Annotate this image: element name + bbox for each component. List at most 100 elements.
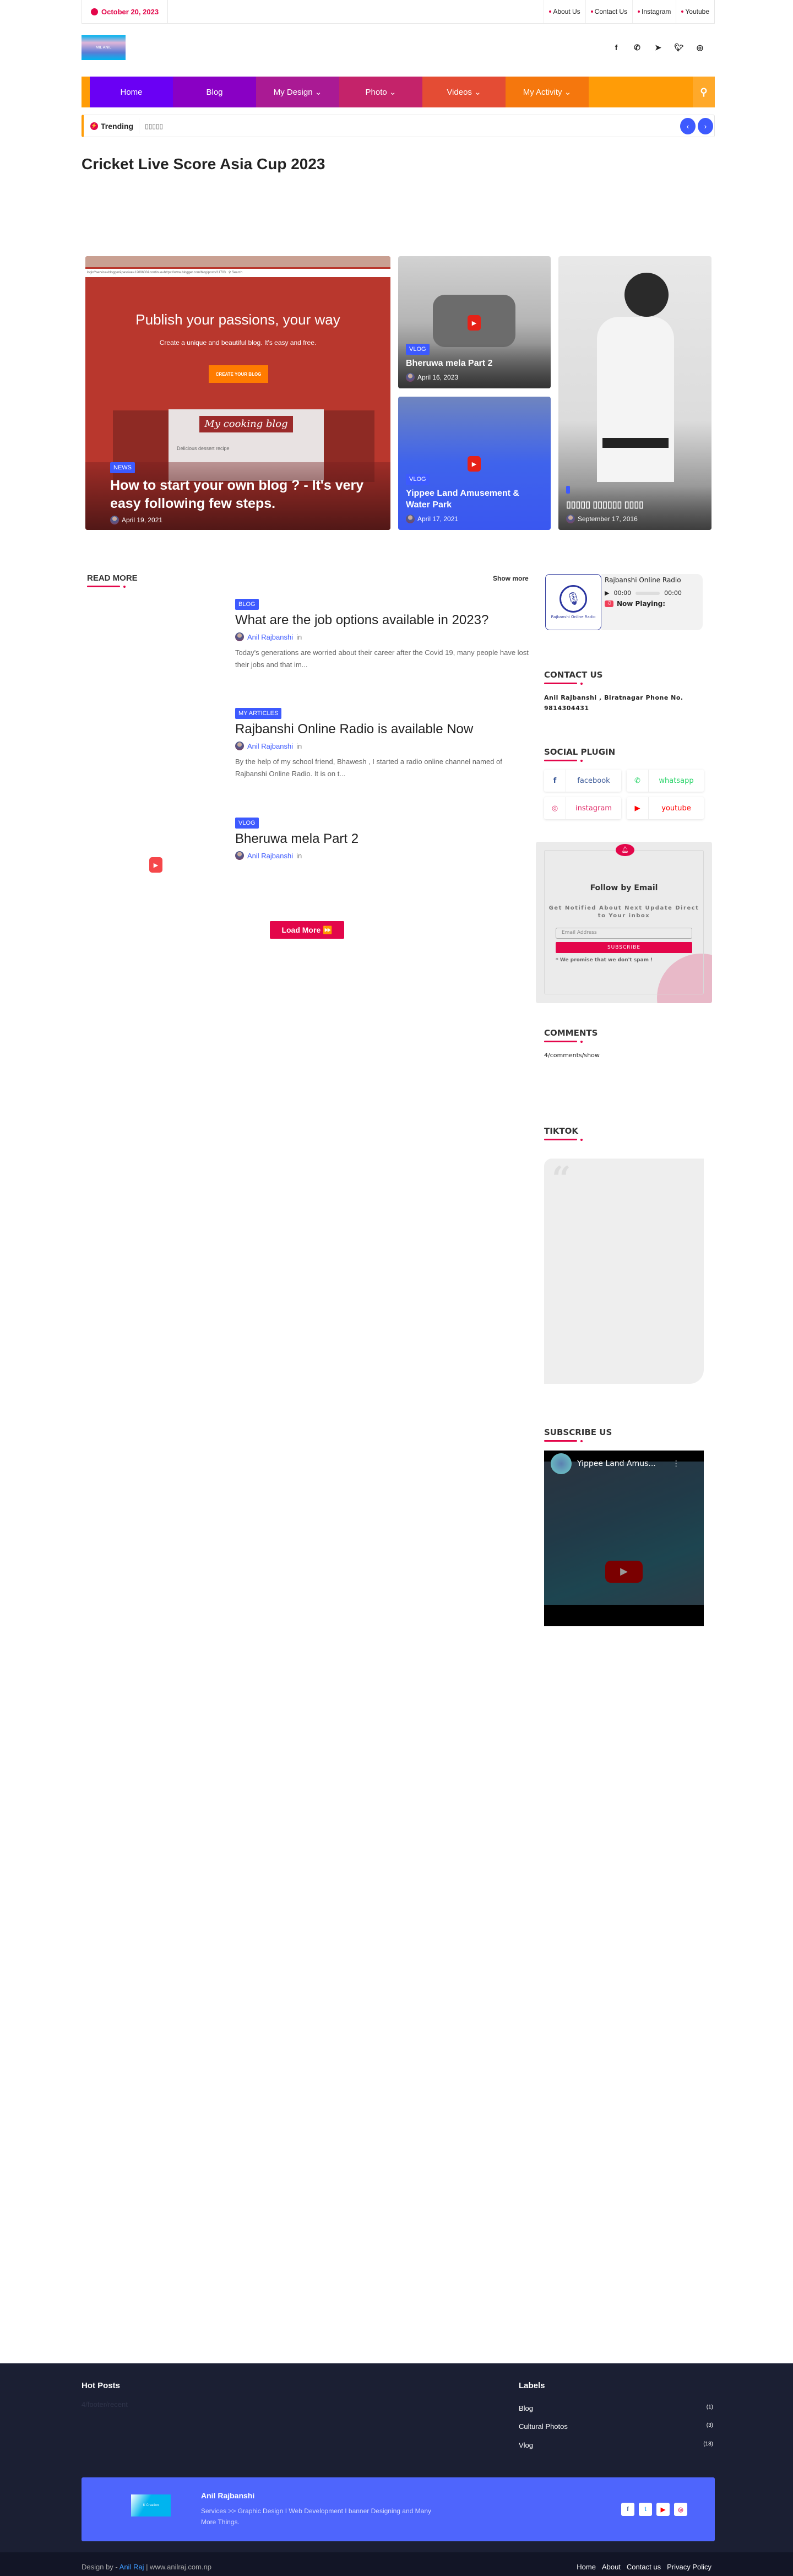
- post-title[interactable]: Rajbanshi Online Radio is available Now: [235, 722, 533, 737]
- subscribe-button[interactable]: SUBSCRIBE: [556, 942, 692, 953]
- post-excerpt: Today's generations are worried about th…: [235, 648, 529, 669]
- nav-photo[interactable]: Photo ⌄: [339, 77, 422, 107]
- trending-item[interactable]: ▯▯▯▯▯: [145, 122, 163, 130]
- load-more-button[interactable]: Load More ⏩: [270, 921, 344, 939]
- twitter-icon[interactable]: t: [639, 2503, 652, 2516]
- play-icon[interactable]: ▶: [605, 589, 609, 597]
- screenshot-search: Search: [231, 271, 242, 274]
- top-link-instagram[interactable]: Instagram: [632, 0, 676, 23]
- nav-blog[interactable]: Blog: [173, 77, 256, 107]
- search-icon[interactable]: ⚲: [693, 77, 715, 107]
- nav-my-activity[interactable]: My Activity ⌄: [506, 77, 589, 107]
- social-instagram-button[interactable]: ◎ instagram: [544, 797, 621, 819]
- label-name[interactable]: Vlog: [519, 2441, 533, 2449]
- video-play-icon[interactable]: ▶: [149, 857, 162, 873]
- featured-post-main[interactable]: login?service=blogger&passive=1209600&co…: [85, 256, 390, 530]
- label-item[interactable]: Vlog (18): [519, 2441, 713, 2449]
- instagram-icon[interactable]: ◎: [674, 2503, 687, 2516]
- label-name[interactable]: Blog: [519, 2404, 533, 2412]
- author-link[interactable]: Anil Rajbanshi: [247, 742, 293, 750]
- featured-post-2[interactable]: ▶ VLOG Bheruwa mela Part 2 April 16, 202…: [398, 256, 551, 388]
- site-logo[interactable]: MIL ANIL: [82, 35, 126, 60]
- more-options-icon[interactable]: ⋮: [672, 1459, 680, 1468]
- bolt-icon: ⚡: [90, 122, 98, 130]
- trending-bar: ⚡ Trending ▯▯▯▯▯ ‹ ›: [82, 115, 715, 137]
- follow-title: Follow by Email: [590, 884, 658, 892]
- post-title[interactable]: Yippee Land Amusement & Water Park: [406, 488, 543, 511]
- heading-underline: [544, 1139, 583, 1141]
- email-input[interactable]: Email Address: [556, 928, 692, 939]
- next-arrow-icon[interactable]: ›: [698, 117, 713, 134]
- nav-videos[interactable]: Videos ⌄: [422, 77, 506, 107]
- post-date: September 17, 2016: [578, 515, 638, 523]
- top-link-youtube[interactable]: Youtube: [676, 0, 714, 23]
- post-title[interactable]: Bheruwa mela Part 2: [406, 358, 543, 370]
- social-heading: SOCIAL PLUGIN: [544, 747, 615, 762]
- author-link[interactable]: Anil Rajbanshi: [247, 633, 293, 641]
- footer-link-contact[interactable]: Contact us: [627, 2563, 661, 2571]
- video-title[interactable]: Yippee Land Amus...: [577, 1459, 656, 1468]
- page-title: Cricket Live Score Asia Cup 2023: [82, 155, 325, 172]
- nav-home[interactable]: Home: [90, 77, 173, 107]
- footer-link-about[interactable]: About: [602, 2563, 621, 2571]
- label-item[interactable]: Blog (1): [519, 2404, 713, 2412]
- post-title[interactable]: ▯▯▯▯▯ ▯▯▯▯▯▯ ▯▯▯▯: [566, 500, 704, 511]
- play-button-icon[interactable]: ▶: [605, 1561, 643, 1583]
- logo-text: MIL ANIL: [95, 46, 112, 50]
- category-badge[interactable]: VLOG: [406, 474, 430, 485]
- twitter-icon[interactable]: 🐦︎: [673, 41, 685, 53]
- heading-underline: [544, 1041, 583, 1043]
- category-badge[interactable]: BLOG: [235, 599, 259, 610]
- instagram-icon[interactable]: ◎: [694, 41, 706, 53]
- top-link-about[interactable]: About Us: [544, 0, 585, 23]
- telegram-icon[interactable]: ➤: [652, 41, 664, 53]
- main-nav: Home Blog My Design ⌄ Photo ⌄ Videos ⌄ M…: [82, 77, 715, 107]
- radio-logo: 🎙︎ Rajbanshi Online Radio: [545, 574, 601, 630]
- label-name[interactable]: Cultural Photos: [519, 2422, 568, 2431]
- social-facebook-button[interactable]: f facebook: [544, 770, 621, 792]
- screenshot-url: login?service=blogger&passive=1209600&co…: [87, 271, 226, 274]
- tiktok-embed[interactable]: “: [544, 1159, 704, 1384]
- prev-arrow-icon[interactable]: ‹: [680, 117, 696, 134]
- microphone-icon: 🎙︎: [560, 585, 587, 613]
- show-more-link[interactable]: Show more: [493, 575, 529, 582]
- trending-label: Trending: [101, 121, 134, 131]
- social-youtube-button[interactable]: ▶ youtube: [627, 797, 704, 819]
- category-badge[interactable]: VLOG: [406, 344, 430, 355]
- follow-by-email-widget: 🔔︎ Follow by Email Get Notified About Ne…: [536, 842, 712, 1003]
- label-item[interactable]: Cultural Photos (3): [519, 2422, 713, 2431]
- facebook-icon[interactable]: f: [610, 41, 622, 53]
- category-badge[interactable]: MY ARTICLES: [235, 708, 282, 719]
- credit-link[interactable]: Anil Raj: [120, 2563, 144, 2571]
- whatsapp-icon[interactable]: ✆: [631, 41, 643, 53]
- post-date: April 16, 2023: [417, 374, 459, 381]
- footer-link-privacy[interactable]: Privacy Policy: [667, 2563, 711, 2571]
- youtube-video-embed[interactable]: Yippee Land Amus... ⋮ ▶: [544, 1451, 704, 1626]
- category-badge[interactable]: VLOG: [235, 818, 259, 829]
- author-avatar: [235, 632, 244, 641]
- category-badge[interactable]: NEWS: [110, 462, 135, 473]
- post-title[interactable]: Bheruwa mela Part 2: [235, 831, 533, 847]
- youtube-icon[interactable]: ▶: [656, 2503, 670, 2516]
- social-label: youtube: [661, 804, 691, 813]
- channel-avatar: [551, 1453, 572, 1474]
- featured-post-3[interactable]: ▶ VLOG Yippee Land Amusement & Water Par…: [398, 397, 551, 530]
- label-count: (18): [703, 2441, 713, 2447]
- seek-bar[interactable]: [636, 591, 660, 595]
- social-whatsapp-button[interactable]: ✆ whatsapp: [627, 770, 704, 792]
- nav-my-design[interactable]: My Design ⌄: [256, 77, 339, 107]
- screenshot-recipe: Delicious dessert recipe: [177, 446, 230, 451]
- post-title[interactable]: How to start your own blog ? - It's very…: [110, 477, 366, 512]
- featured-post-4[interactable]: ▯▯▯▯▯ ▯▯▯▯▯▯ ▯▯▯▯ September 17, 2016: [558, 256, 711, 530]
- top-link-contact[interactable]: Contact Us: [585, 0, 632, 23]
- heading-underline: [544, 760, 583, 762]
- post-title[interactable]: What are the job options available in 20…: [235, 613, 533, 628]
- subscribe-heading: SUBSCRIBE US: [544, 1427, 612, 1442]
- facebook-icon[interactable]: f: [621, 2503, 634, 2516]
- author-link[interactable]: Anil Rajbanshi: [247, 852, 293, 860]
- footer-link-home[interactable]: Home: [577, 2563, 596, 2571]
- category-badge[interactable]: [566, 486, 570, 494]
- heading-underline: [544, 1440, 583, 1442]
- author-avatar: [566, 515, 575, 523]
- labels-heading: Labels: [519, 2381, 545, 2390]
